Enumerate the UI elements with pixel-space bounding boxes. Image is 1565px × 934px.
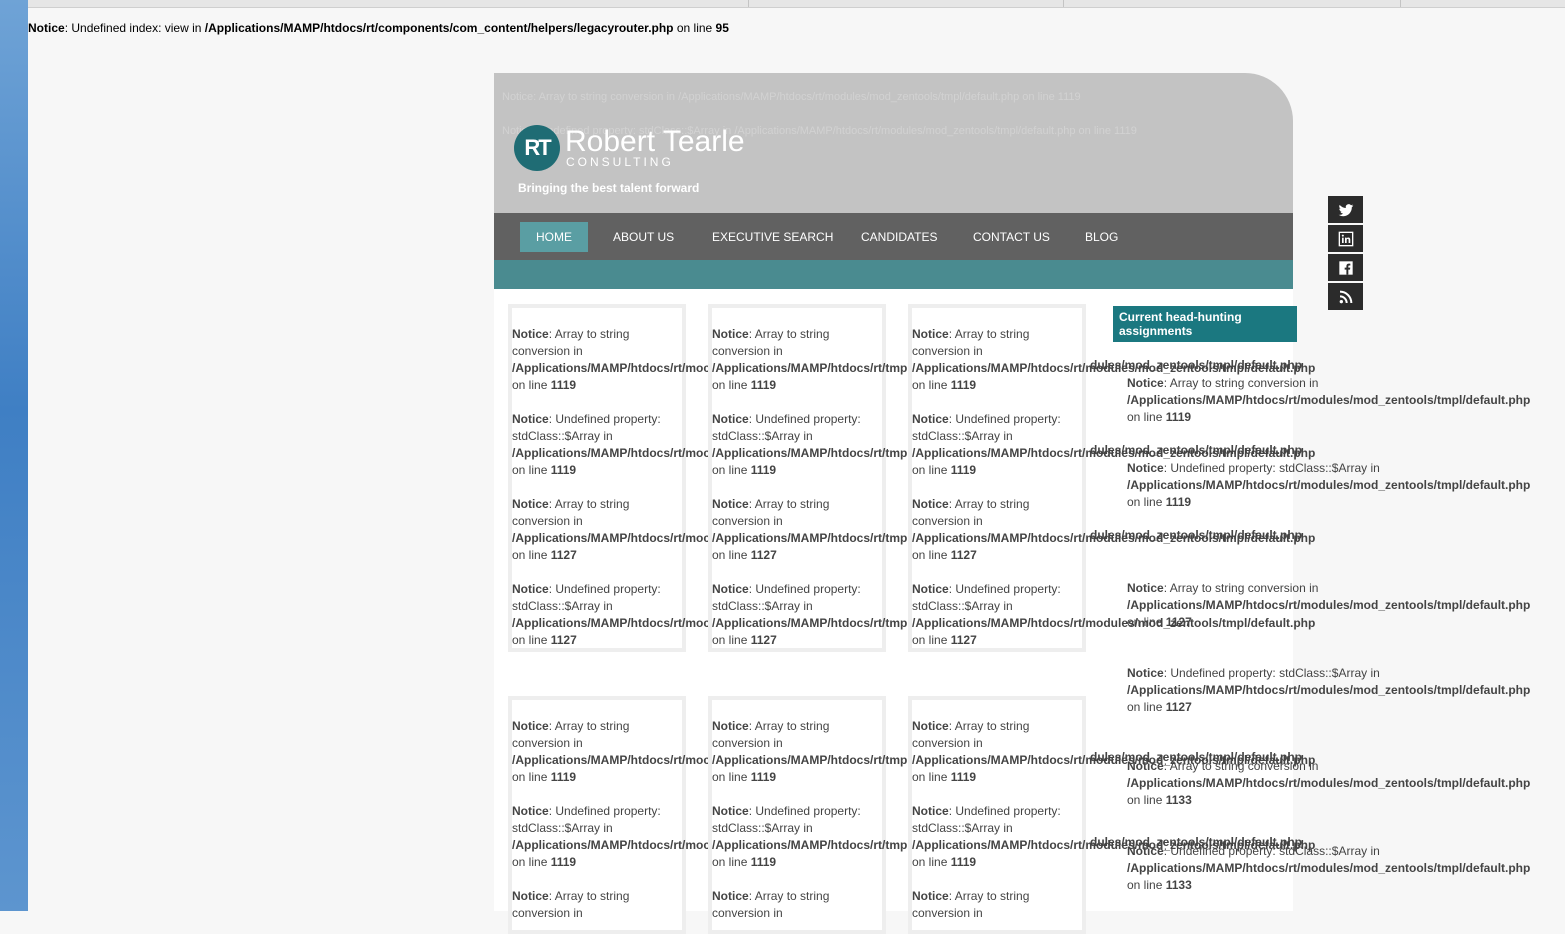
facebook-icon	[1338, 260, 1353, 275]
notice-property: Notice: Undefined property: stdClass::$A…	[512, 582, 711, 647]
overflow-path: dules/mod_zentools/tmpl/default.php	[1090, 528, 1303, 542]
notice-label: Notice	[28, 21, 65, 35]
linkedin-icon	[1338, 231, 1353, 246]
nav-about-us[interactable]: ABOUT US	[597, 222, 690, 252]
teal-band	[494, 260, 1293, 289]
sidebar-notice-property: Notice: Undefined property: stdClass::$A…	[1127, 844, 1531, 892]
notice-line: 95	[715, 21, 729, 35]
notice-property: Notice: Undefined property: stdClass::$A…	[912, 412, 1316, 477]
main-nav: HOME ABOUT US EXECUTIVE SEARCH CANDIDATE…	[494, 213, 1293, 260]
notice-property: Notice: Undefined property: stdClass::$A…	[912, 582, 1316, 647]
rss-button[interactable]	[1328, 283, 1363, 310]
overflow-path: dules/mod_zentools/tmpl/default.php	[1090, 443, 1303, 457]
logo-name[interactable]: Robert Tearle	[565, 125, 745, 159]
linkedin-button[interactable]	[1328, 225, 1363, 252]
notice-array: Notice: Array to string conversion in/Ap…	[512, 497, 711, 562]
notice-property: Notice: Undefined property: stdClass::$A…	[912, 804, 1316, 869]
facebook-button[interactable]	[1328, 254, 1363, 281]
content-card: Notice: Array to string conversion in/Ap…	[908, 696, 1316, 934]
rss-icon	[1339, 290, 1352, 303]
notice-array: Notice: Array to string conversion in/Ap…	[712, 327, 911, 392]
logo-mark[interactable]: RT	[514, 125, 560, 171]
overflow-path: dules/mod_zentools/tmpl/default.php	[1090, 358, 1303, 372]
sidebar-notice-array: Notice: Array to string conversion in/Ap…	[1127, 581, 1531, 629]
php-notice-banner: Notice: Undefined index: view in /Applic…	[28, 21, 729, 35]
notice-array: Notice: Array to string conversion in/Ap…	[712, 719, 911, 784]
tagline: Bringing the best talent forward	[518, 181, 700, 195]
nav-contact-us[interactable]: CONTACT US	[957, 222, 1066, 252]
notice-array: Notice: Array to string conversion in/Ap…	[712, 497, 911, 562]
notice-array: Notice: Array to string conversion in/Ap…	[912, 719, 1316, 784]
notice-array: Notice: Array to string conversion in/Ap…	[912, 327, 1316, 392]
twitter-button[interactable]	[1328, 196, 1363, 223]
sidebar-notice-array: Notice: Array to string conversion in/Ap…	[1127, 759, 1531, 807]
content-card: Notice: Array to string conversion in/Ap…	[508, 696, 711, 934]
content-card: Notice: Array to string conversion in/Ap…	[708, 304, 911, 652]
notice-property: Notice: Undefined property: stdClass::$A…	[512, 804, 711, 869]
notice-online: on line	[673, 21, 716, 35]
site-header: Notice: Array to string conversion in /A…	[494, 73, 1293, 213]
notice-array: Notice: Array to string conversion in/Ap…	[912, 497, 1316, 562]
content-card: Notice: Array to string conversion in/Ap…	[908, 304, 1316, 652]
nav-blog[interactable]: BLOG	[1069, 222, 1134, 252]
notice-property: Notice: Undefined property: stdClass::$A…	[712, 412, 911, 477]
notice-array: Notice: Array to string conversion in	[712, 889, 830, 920]
overflow-path: dules/mod_zentools/tmpl/default.php	[1090, 835, 1303, 849]
notice-property: Notice: Undefined property: stdClass::$A…	[712, 582, 911, 647]
content-card: Notice: Array to string conversion in/Ap…	[708, 696, 911, 934]
notice-array: Notice: Array to string conversion in/Ap…	[512, 327, 711, 392]
sidebar-heading[interactable]: Current head-hunting assignments	[1113, 306, 1297, 342]
notice-property: Notice: Undefined property: stdClass::$A…	[512, 412, 711, 477]
notice-text: : Undefined index: view in	[64, 21, 205, 35]
notice-array: Notice: Array to string conversion in/Ap…	[512, 719, 711, 784]
overflow-path: dules/mod_zentools/tmpl/default.php	[1090, 750, 1303, 764]
notice-path: /Applications/MAMP/htdocs/rt/components/…	[204, 21, 674, 35]
notice-property: Notice: Undefined property: stdClass::$A…	[712, 804, 911, 869]
logo-subtitle: CONSULTING	[566, 155, 674, 169]
notice-array: Notice: Array to string conversion in	[912, 889, 1030, 920]
desktop-edge	[0, 0, 28, 911]
nav-home[interactable]: HOME	[520, 222, 588, 252]
ghost-notice: Notice: Array to string conversion in /A…	[502, 91, 1081, 103]
nav-executive-search[interactable]: EXECUTIVE SEARCH	[696, 222, 849, 252]
sidebar-notice-property: Notice: Undefined property: stdClass::$A…	[1127, 666, 1531, 714]
sidebar-notice-array: Notice: Array to string conversion in/Ap…	[1127, 376, 1531, 424]
twitter-icon	[1338, 203, 1353, 216]
notice-array: Notice: Array to string conversion in	[512, 889, 630, 920]
browser-tab-strip[interactable]	[28, 0, 1565, 8]
nav-candidates[interactable]: CANDIDATES	[845, 222, 953, 252]
content-card: Notice: Array to string conversion in/Ap…	[508, 304, 711, 652]
sidebar-notice-property: Notice: Undefined property: stdClass::$A…	[1127, 461, 1531, 509]
